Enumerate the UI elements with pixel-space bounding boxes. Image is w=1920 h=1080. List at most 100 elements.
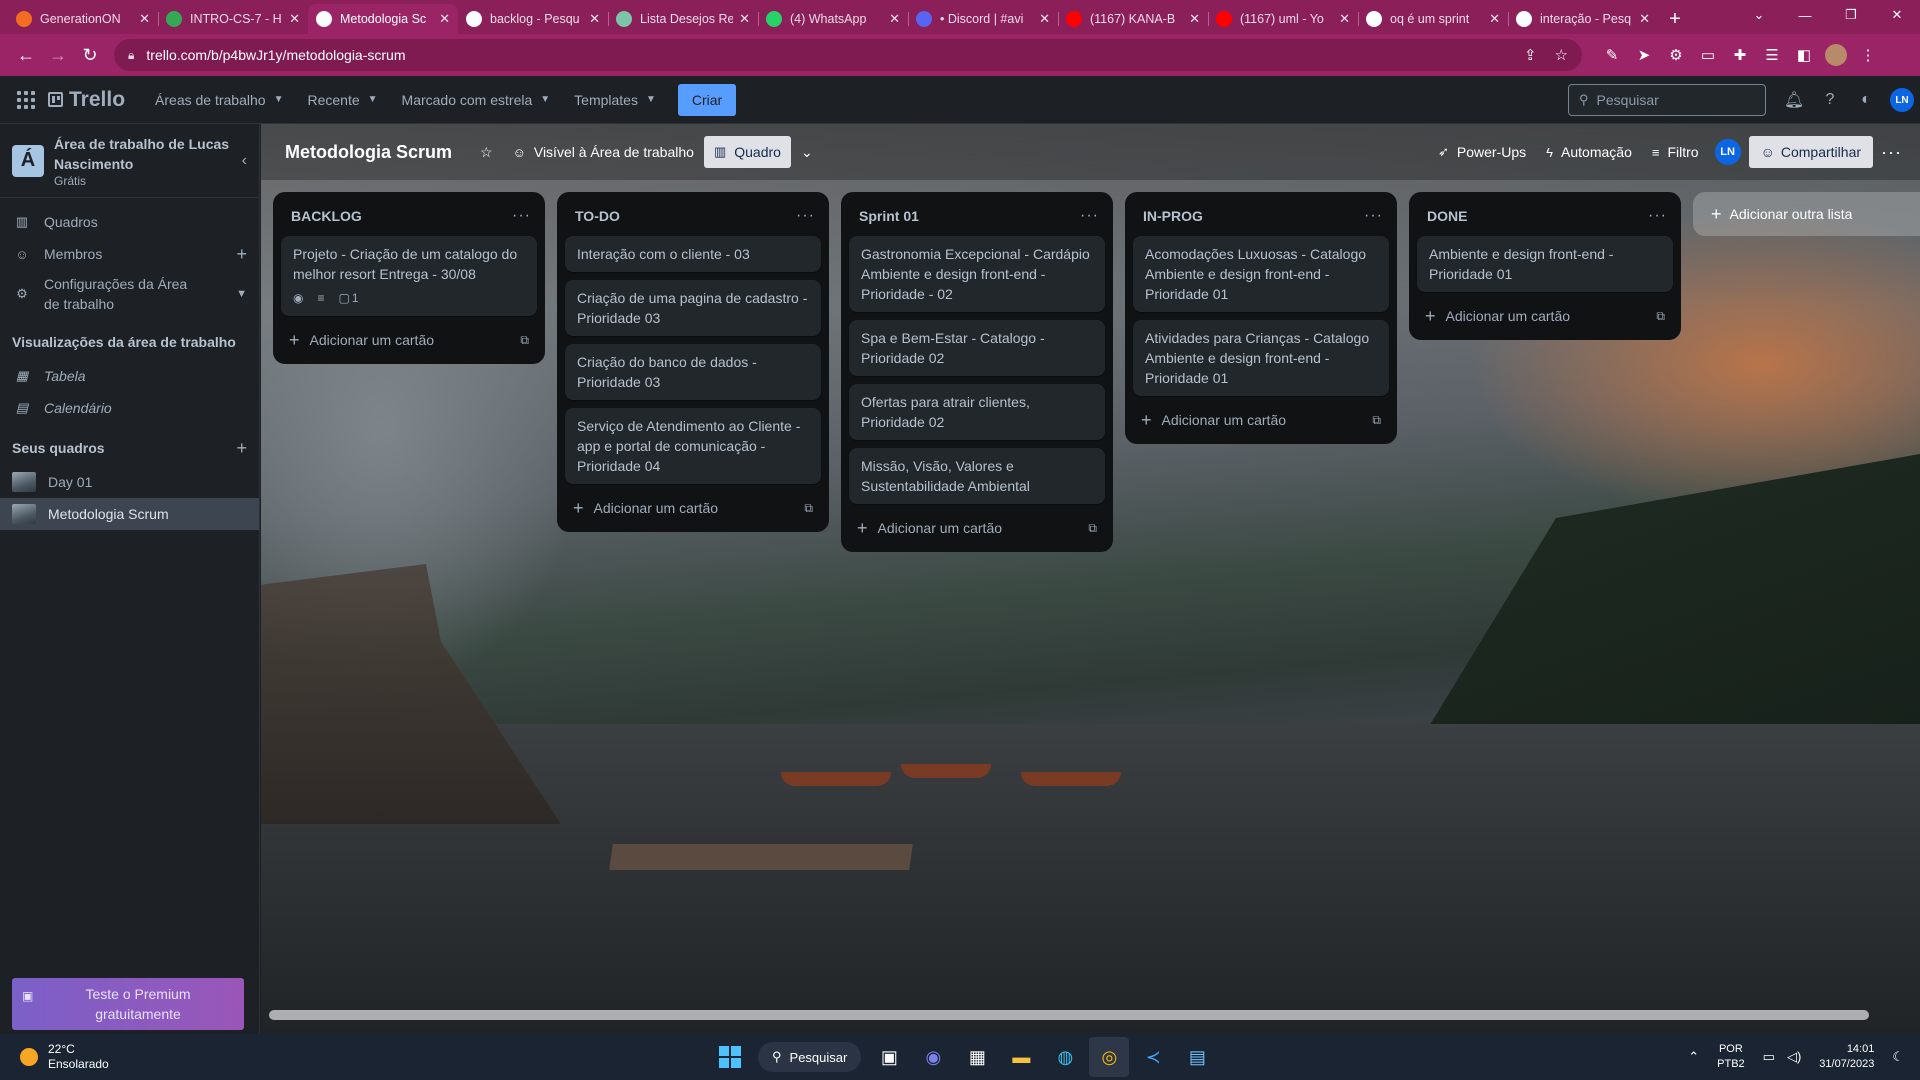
menu-recent[interactable]: Recente ▼ <box>295 84 389 116</box>
list-menu-button[interactable]: ··· <box>1080 207 1099 225</box>
extension-pen-icon[interactable]: ✎ <box>1596 46 1628 64</box>
new-tab-button[interactable]: + <box>1658 4 1692 34</box>
card[interactable]: Ambiente e design front-end - Prioridade… <box>1417 236 1673 292</box>
list-menu-button[interactable]: ··· <box>1364 207 1383 225</box>
add-card-button[interactable]: + Adicionar um cartão ⧉ <box>281 324 537 356</box>
sidebar-item-members[interactable]: ☺ Membros + <box>0 238 259 270</box>
menu-templates[interactable]: Templates ▼ <box>562 84 668 116</box>
network-icon[interactable]: ▭ <box>1763 1049 1775 1065</box>
list-menu-button[interactable]: ··· <box>512 207 531 225</box>
bookmark-star-icon[interactable]: ☆ <box>1555 46 1568 64</box>
side-panel-icon[interactable]: ◧ <box>1788 46 1820 64</box>
clock[interactable]: 14:01 31/07/2023 <box>1819 1042 1874 1072</box>
browser-tab[interactable]: (1167) uml - Yo ✕ <box>1208 4 1358 34</box>
notepad-icon[interactable]: ▤ <box>1177 1037 1217 1077</box>
store-icon[interactable]: ▦ <box>957 1037 997 1077</box>
browser-tab[interactable]: oq é um sprint ✕ <box>1358 4 1508 34</box>
teams-chat-icon[interactable]: ◉ <box>913 1037 953 1077</box>
close-window-button[interactable]: ✕ <box>1874 0 1920 30</box>
list-menu-button[interactable]: ··· <box>796 207 815 225</box>
language-indicator[interactable]: POR PTB2 <box>1717 1042 1745 1072</box>
menu-workspaces[interactable]: Áreas de trabalho ▼ <box>143 84 295 116</box>
edge-icon[interactable]: ◍ <box>1045 1037 1085 1077</box>
close-tab-icon[interactable]: ✕ <box>1489 11 1500 27</box>
browser-tab[interactable]: Metodologia Sc ✕ <box>308 4 458 34</box>
notifications-icon[interactable]: ☾ <box>1892 1049 1904 1065</box>
start-button[interactable] <box>710 1037 750 1077</box>
card-template-icon[interactable]: ⧉ <box>1656 309 1665 324</box>
close-tab-icon[interactable]: ✕ <box>1339 11 1350 27</box>
scrollbar-thumb[interactable] <box>269 1010 1869 1020</box>
chevron-down-icon[interactable]: ▼ <box>236 288 247 300</box>
sidebar-board-day-01[interactable]: Day 01 <box>0 466 259 498</box>
url-field[interactable]: 🔒︎ trello.com/b/p4bwJr1y/metodologia-scr… <box>114 39 1582 71</box>
sidebar-item-calendar[interactable]: ▤ Calendário <box>0 392 259 424</box>
tab-search-icon[interactable]: ⌄ <box>1736 0 1782 30</box>
show-hidden-icons[interactable]: ⌃ <box>1688 1049 1699 1065</box>
volume-icon[interactable]: ◁) <box>1787 1049 1801 1065</box>
board-menu-button[interactable]: ··· <box>1873 142 1910 163</box>
vscode-icon[interactable]: ≺ <box>1133 1037 1173 1077</box>
profile-avatar[interactable] <box>1825 44 1847 66</box>
browser-tab[interactable]: INTRO-CS-7 - H ✕ <box>158 4 308 34</box>
card-template-icon[interactable]: ⧉ <box>520 333 529 348</box>
browser-tab[interactable]: Lista Desejos Re ✕ <box>608 4 758 34</box>
add-card-button[interactable]: + Adicionar um cartão ⧉ <box>565 492 821 524</box>
browser-tab[interactable]: (4) WhatsApp ✕ <box>758 4 908 34</box>
star-board-button[interactable]: ☆ <box>470 136 503 168</box>
restore-button[interactable]: ❐ <box>1828 0 1874 30</box>
card[interactable]: Criação de uma pagina de cadastro - Prio… <box>565 280 821 336</box>
close-tab-icon[interactable]: ✕ <box>289 11 300 27</box>
card[interactable]: Interação com o cliente - 03 <box>565 236 821 272</box>
card[interactable]: Atividades para Crianças - Catalogo Ambi… <box>1133 320 1389 396</box>
visibility-button[interactable]: ☺ Visível à Área de trabalho <box>503 136 704 168</box>
list-title[interactable]: TO-DO <box>575 208 620 224</box>
sidebar-item-settings[interactable]: ⚙ Configurações da Área de trabalho ▼ <box>0 270 259 318</box>
task-view-icon[interactable]: ▣ <box>869 1037 909 1077</box>
list-menu-button[interactable]: ··· <box>1648 207 1667 225</box>
sidebar-board-metodologia-scrum[interactable]: Metodologia Scrum <box>0 498 259 530</box>
browser-tab[interactable]: interação - Pesq ✕ <box>1508 4 1658 34</box>
board-title[interactable]: Metodologia Scrum <box>285 142 452 163</box>
close-tab-icon[interactable]: ✕ <box>589 11 600 27</box>
add-card-button[interactable]: + Adicionar um cartão ⧉ <box>849 512 1105 544</box>
close-tab-icon[interactable]: ✕ <box>889 11 900 27</box>
add-member-icon[interactable]: + <box>236 244 247 265</box>
collapse-sidebar-icon[interactable]: ‹ <box>242 152 247 170</box>
share-icon[interactable]: ⇪ <box>1524 46 1537 64</box>
trello-logo[interactable]: Trello <box>48 88 125 112</box>
weather-widget[interactable]: 22°C Ensolarado <box>0 1042 300 1072</box>
try-premium-button[interactable]: ▣ Teste o Premium gratuitamente <box>12 978 244 1030</box>
card[interactable]: Missão, Visão, Valores e Sustentabilidad… <box>849 448 1105 504</box>
extensions-puzzle-icon[interactable]: ✚ <box>1724 46 1756 64</box>
card-template-icon[interactable]: ⧉ <box>1372 413 1381 428</box>
search-input[interactable]: ⚲ Pesquisar <box>1568 84 1766 116</box>
minimize-button[interactable]: — <box>1782 0 1828 30</box>
file-explorer-icon[interactable]: ▬ <box>1001 1037 1041 1077</box>
list-title[interactable]: IN-PROG <box>1143 208 1203 224</box>
card-template-icon[interactable]: ⧉ <box>804 501 813 516</box>
browser-menu-icon[interactable]: ⋮ <box>1852 46 1884 64</box>
extension-arrow-icon[interactable]: ➤ <box>1628 46 1660 64</box>
card[interactable]: Serviço de Atendimento ao Cliente - app … <box>565 408 821 484</box>
browser-tab[interactable]: GenerationON ✕ <box>8 4 158 34</box>
add-board-icon[interactable]: + <box>236 438 247 459</box>
site-info-icon[interactable]: 🔒︎ <box>128 48 134 63</box>
close-tab-icon[interactable]: ✕ <box>1039 11 1050 27</box>
list-title[interactable]: BACKLOG <box>291 208 362 224</box>
browser-tab[interactable]: backlog - Pesqu ✕ <box>458 4 608 34</box>
powerups-button[interactable]: ➶ Power-Ups <box>1428 136 1536 168</box>
close-tab-icon[interactable]: ✕ <box>1639 11 1650 27</box>
extension-gear-icon[interactable]: ⚙ <box>1660 46 1692 64</box>
sidebar-item-boards[interactable]: ▥ Quadros <box>0 206 259 238</box>
card[interactable]: Ofertas para atrair clientes, Prioridade… <box>849 384 1105 440</box>
card[interactable]: Spa e Bem-Estar - Catalogo - Prioridade … <box>849 320 1105 376</box>
reading-list-icon[interactable]: ☰ <box>1756 46 1788 64</box>
forward-button[interactable]: → <box>42 39 74 71</box>
card-template-icon[interactable]: ⧉ <box>1088 521 1097 536</box>
board-horizontal-scrollbar[interactable] <box>269 1010 1869 1020</box>
browser-tab[interactable]: • Discord | #avi ✕ <box>908 4 1058 34</box>
extension-screen-icon[interactable]: ▭ <box>1692 46 1724 64</box>
app-switcher-icon[interactable] <box>12 86 40 114</box>
card[interactable]: Acomodações Luxuosas - Catalogo Ambiente… <box>1133 236 1389 312</box>
